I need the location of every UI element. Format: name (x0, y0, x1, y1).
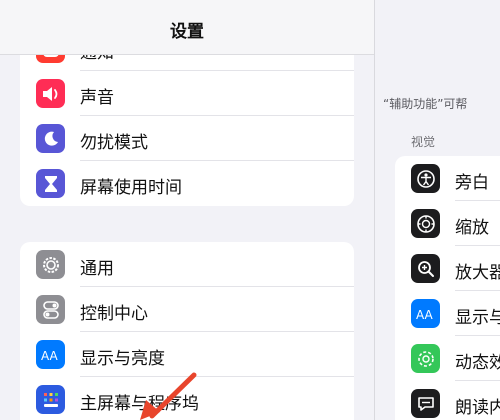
annotation-arrow (140, 372, 197, 420)
